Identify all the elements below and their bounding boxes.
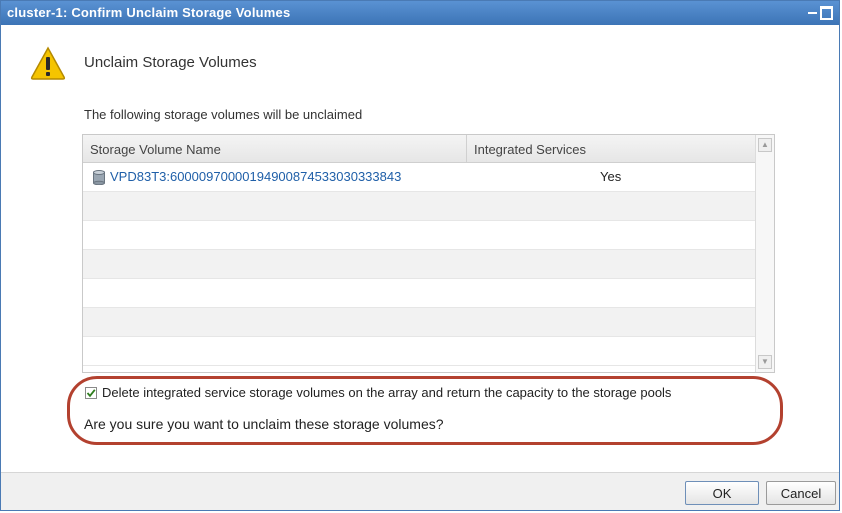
scroll-down-icon[interactable]: ▼ xyxy=(758,355,772,369)
storage-volume-icon xyxy=(93,170,105,186)
vertical-scrollbar[interactable]: ▲ ▼ xyxy=(755,135,774,372)
scroll-up-icon[interactable]: ▲ xyxy=(758,138,772,152)
volume-name[interactable]: VPD83T3:60000970000194900874533030333843 xyxy=(110,169,401,184)
dialog-heading: Unclaim Storage Volumes xyxy=(84,54,257,71)
table-row-empty xyxy=(83,250,755,279)
column-divider xyxy=(466,135,467,162)
table-row-empty xyxy=(83,221,755,250)
window-title: cluster-1: Confirm Unclaim Storage Volum… xyxy=(7,5,291,20)
column-header-integrated-services[interactable]: Integrated Services xyxy=(474,142,586,157)
delete-volumes-checkbox[interactable] xyxy=(85,387,97,399)
cancel-button[interactable]: Cancel xyxy=(766,481,836,505)
volume-name-cell[interactable]: VPD83T3:60000970000194900874533030333843 xyxy=(93,169,401,186)
table-row[interactable]: VPD83T3:60000970000194900874533030333843… xyxy=(83,163,755,192)
description-text: The following storage volumes will be un… xyxy=(84,107,363,122)
table-row-empty xyxy=(83,192,755,221)
table-body: VPD83T3:60000970000194900874533030333843… xyxy=(83,163,755,372)
warning-icon xyxy=(30,46,66,80)
integrated-services-cell: Yes xyxy=(600,169,622,184)
ok-button[interactable]: OK xyxy=(685,481,759,505)
table-row-empty xyxy=(83,337,755,366)
table-row-empty xyxy=(83,279,755,308)
storage-volume-table: Storage Volume Name Integrated Services … xyxy=(82,134,775,373)
maximize-icon[interactable] xyxy=(820,6,833,20)
confirm-question: Are you sure you want to unclaim these s… xyxy=(84,416,444,432)
minimize-icon[interactable] xyxy=(808,12,817,14)
table-header: Storage Volume Name Integrated Services xyxy=(83,135,755,163)
checkmark-icon xyxy=(86,389,96,398)
title-bar: cluster-1: Confirm Unclaim Storage Volum… xyxy=(1,1,839,25)
table-row-empty xyxy=(83,308,755,337)
delete-volumes-label[interactable]: Delete integrated service storage volume… xyxy=(102,385,671,400)
dialog-window: cluster-1: Confirm Unclaim Storage Volum… xyxy=(0,0,840,511)
column-header-name[interactable]: Storage Volume Name xyxy=(90,142,221,157)
